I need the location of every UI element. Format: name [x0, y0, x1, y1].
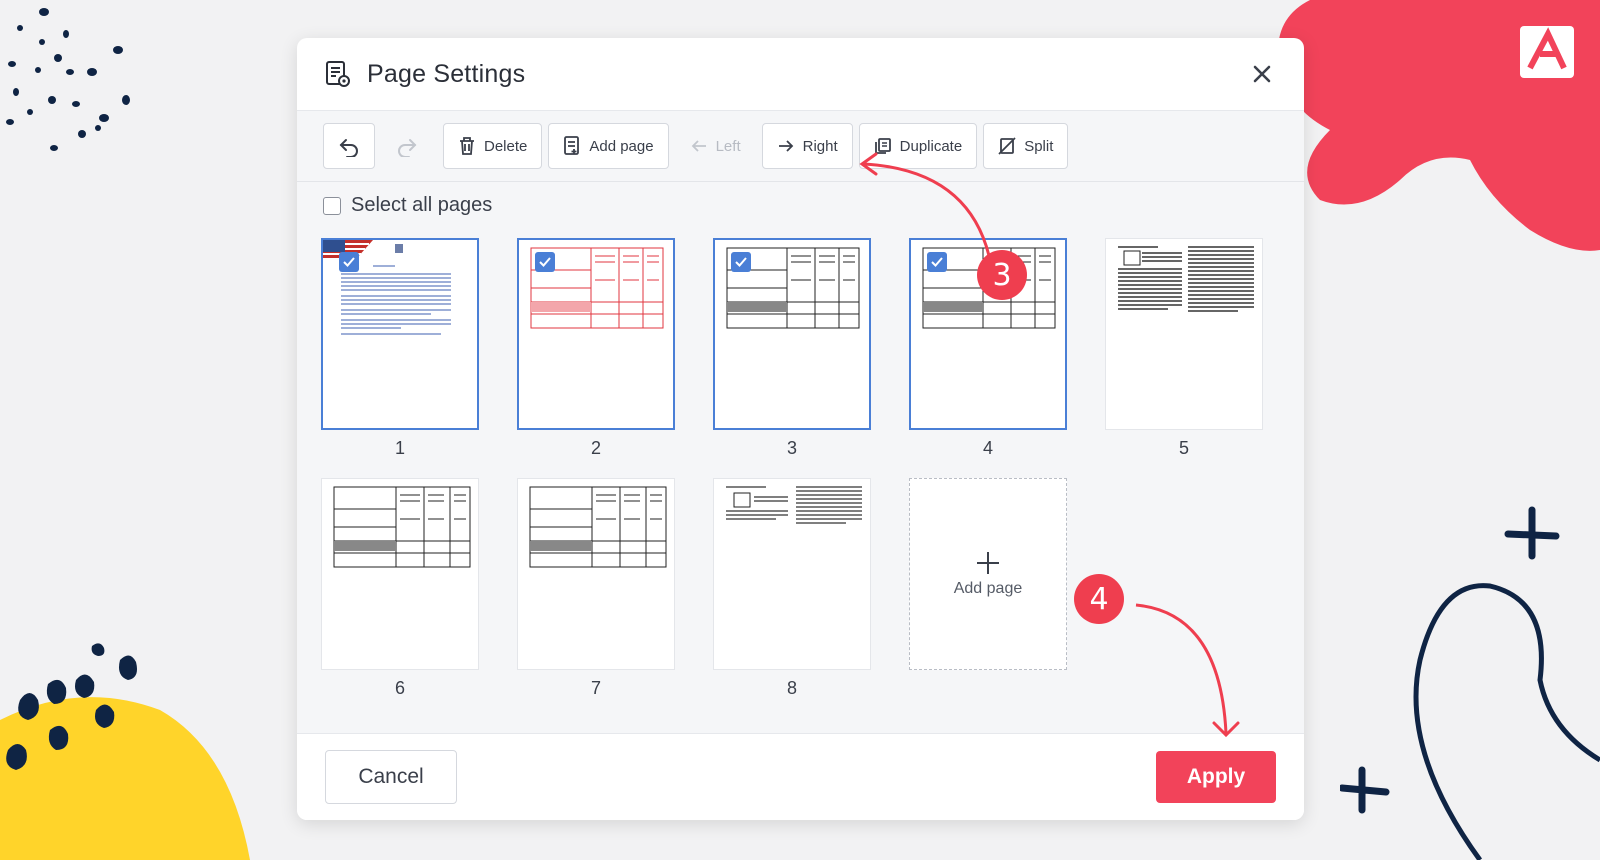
add-page-icon: [564, 136, 580, 155]
step-4-badge: 4: [1074, 574, 1124, 624]
page-number: 7: [590, 678, 601, 698]
redo-icon: [398, 139, 417, 157]
redo-button[interactable]: [381, 123, 433, 169]
undo-icon: [339, 139, 358, 157]
dialog-title: Page Settings: [367, 59, 526, 88]
step-3-arrow: [859, 152, 992, 261]
page-thumbnail-5[interactable]: [1105, 238, 1263, 430]
page-thumbnail-1[interactable]: [321, 238, 479, 430]
selected-check-icon: [535, 252, 555, 272]
step-4-arrow: [1135, 603, 1240, 738]
add-page-tile[interactable]: Add page: [909, 478, 1067, 670]
page-preview: [726, 486, 862, 524]
page-number: 1: [394, 438, 405, 458]
page-number: 6: [394, 678, 405, 698]
page-number: 3: [786, 438, 797, 458]
page-number: 5: [1178, 438, 1189, 458]
trash-icon: [460, 137, 474, 155]
delete-button[interactable]: Delete: [443, 123, 543, 169]
arrow-right-icon: [778, 140, 793, 152]
move-left-button[interactable]: Left: [675, 123, 756, 169]
select-all-pages[interactable]: Select all pages: [323, 194, 492, 217]
move-right-button[interactable]: Right: [761, 123, 853, 169]
page-thumbnail-6[interactable]: [321, 478, 479, 670]
page-thumbnail-7[interactable]: [517, 478, 675, 670]
apply-button[interactable]: Apply: [1156, 751, 1276, 803]
close-icon: [1253, 65, 1271, 83]
page-toolbar: Delete Add page Left Right Duplicate Spl…: [297, 111, 1304, 182]
dialog-footer: Cancel Apply: [297, 733, 1304, 820]
move-right-label: Right: [802, 137, 838, 155]
decorative-dots-top-left: [6, 8, 130, 151]
dialog-header: Page Settings: [297, 38, 1304, 111]
split-icon: [998, 137, 1016, 155]
step-3-badge: 3: [977, 250, 1027, 300]
selected-check-icon: [339, 252, 359, 272]
page-number: 2: [590, 438, 601, 458]
decorative-navy-loop: [1340, 506, 1600, 860]
logo-icon: [1520, 26, 1574, 78]
page-preview: [529, 486, 667, 568]
move-left-label: Left: [715, 137, 741, 155]
add-page-tile-label: Add page: [953, 580, 1023, 597]
page-preview: [333, 486, 471, 568]
decorative-yellow-blob: [0, 643, 250, 860]
page-thumbnail-2[interactable]: [517, 238, 675, 430]
undo-button[interactable]: [323, 123, 375, 169]
arrow-left-icon: [691, 140, 706, 152]
page-number: 8: [786, 678, 797, 698]
add-page-label: Add page: [589, 137, 654, 155]
page-settings-icon: [326, 61, 350, 87]
close-button[interactable]: [1248, 60, 1276, 88]
page-number: 4: [982, 438, 993, 458]
cancel-button[interactable]: Cancel: [325, 750, 457, 804]
page-preview: [1118, 246, 1254, 312]
add-page-button[interactable]: Add page: [548, 123, 669, 169]
delete-label: Delete: [484, 137, 528, 155]
plus-icon: [977, 552, 999, 574]
page-thumbnail-8[interactable]: [713, 478, 871, 670]
page-thumbnail-3[interactable]: [713, 238, 871, 430]
select-all-checkbox[interactable]: [323, 196, 341, 215]
selected-check-icon: [731, 252, 751, 272]
split-label: Split: [1024, 137, 1054, 155]
select-all-label: Select all pages: [351, 194, 493, 216]
